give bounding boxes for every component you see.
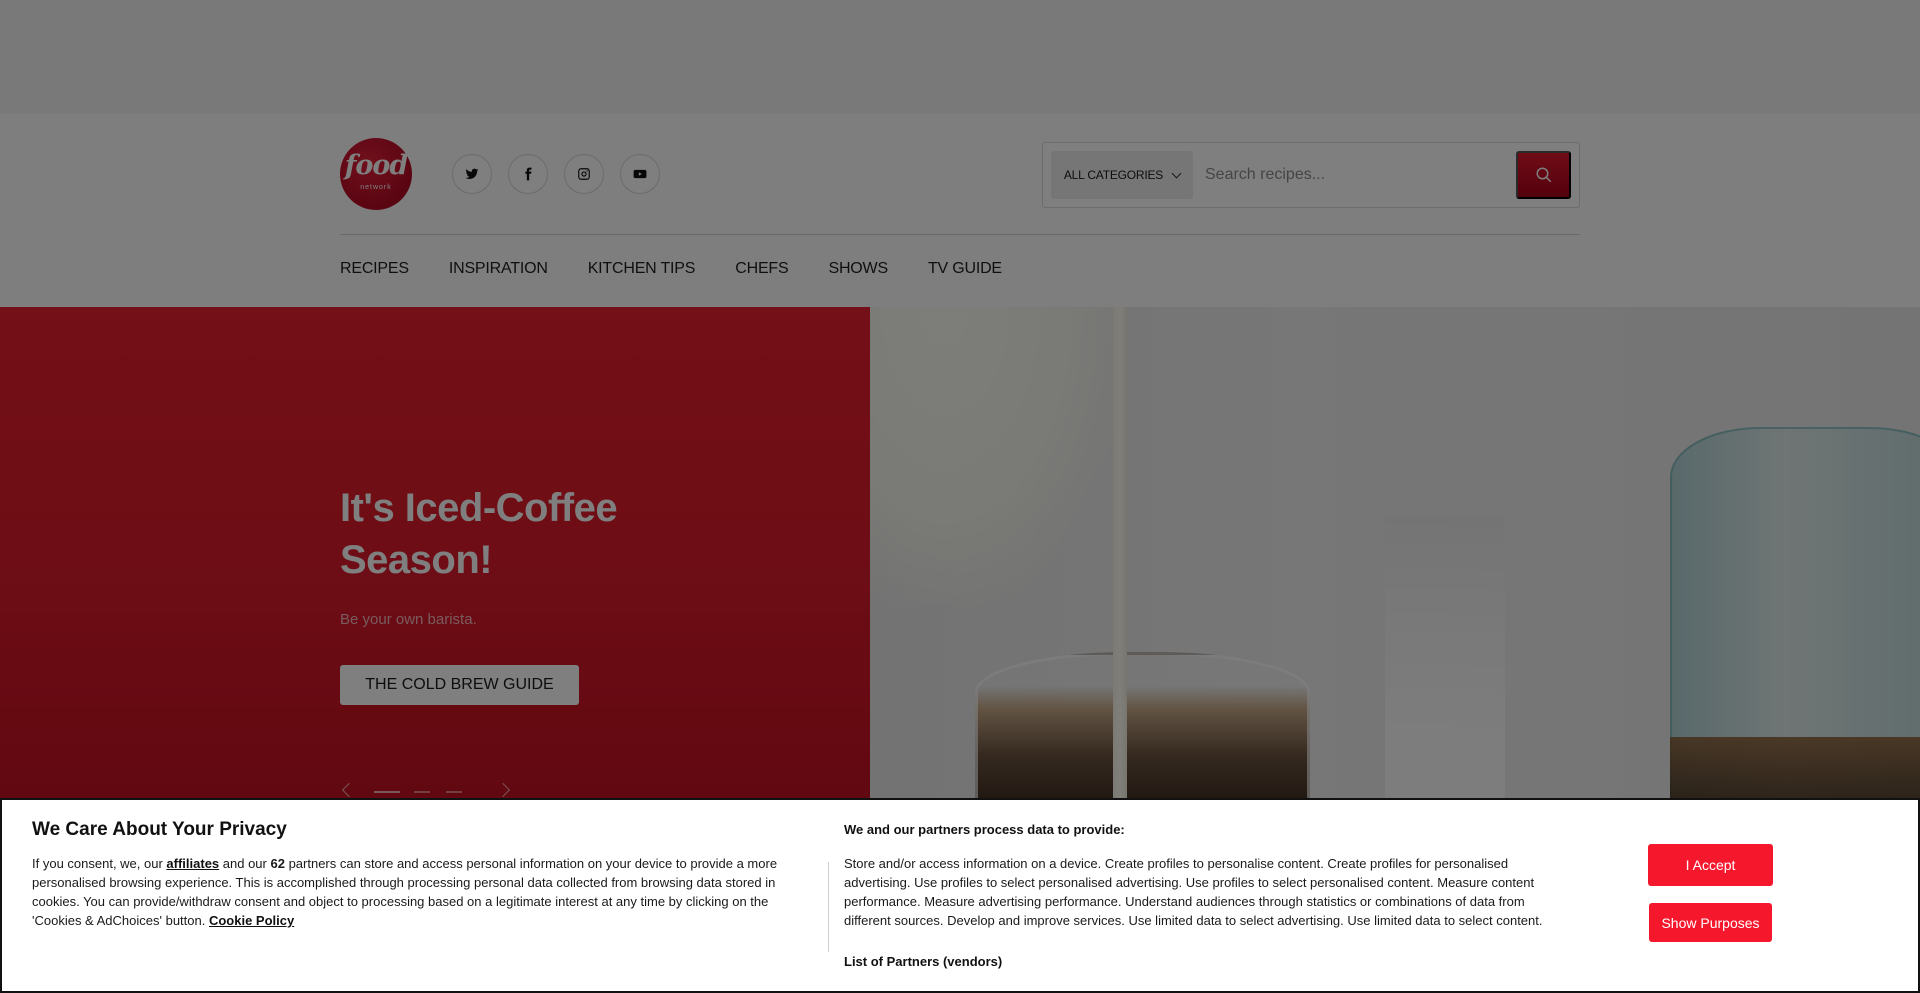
- consent-title: We Care About Your Privacy: [32, 819, 287, 840]
- consent-description: If you consent, we, our affiliates and o…: [32, 856, 778, 928]
- purposes-description: Store and/or access information on a dev…: [844, 856, 1543, 928]
- show-purposes-button[interactable]: Show Purposes: [1649, 903, 1772, 942]
- privacy-consent-banner: We Care About Your Privacy If you consen…: [0, 798, 1920, 993]
- list-of-partners-link[interactable]: List of Partners (vendors): [844, 954, 1002, 969]
- purposes-title: We and our partners process data to prov…: [844, 822, 1125, 837]
- cookie-policy-link[interactable]: Cookie Policy: [209, 913, 294, 928]
- consent-divider: [828, 862, 829, 952]
- accept-button[interactable]: I Accept: [1648, 844, 1773, 886]
- partner-count: 62: [270, 856, 285, 871]
- affiliates-link[interactable]: affiliates: [166, 856, 219, 871]
